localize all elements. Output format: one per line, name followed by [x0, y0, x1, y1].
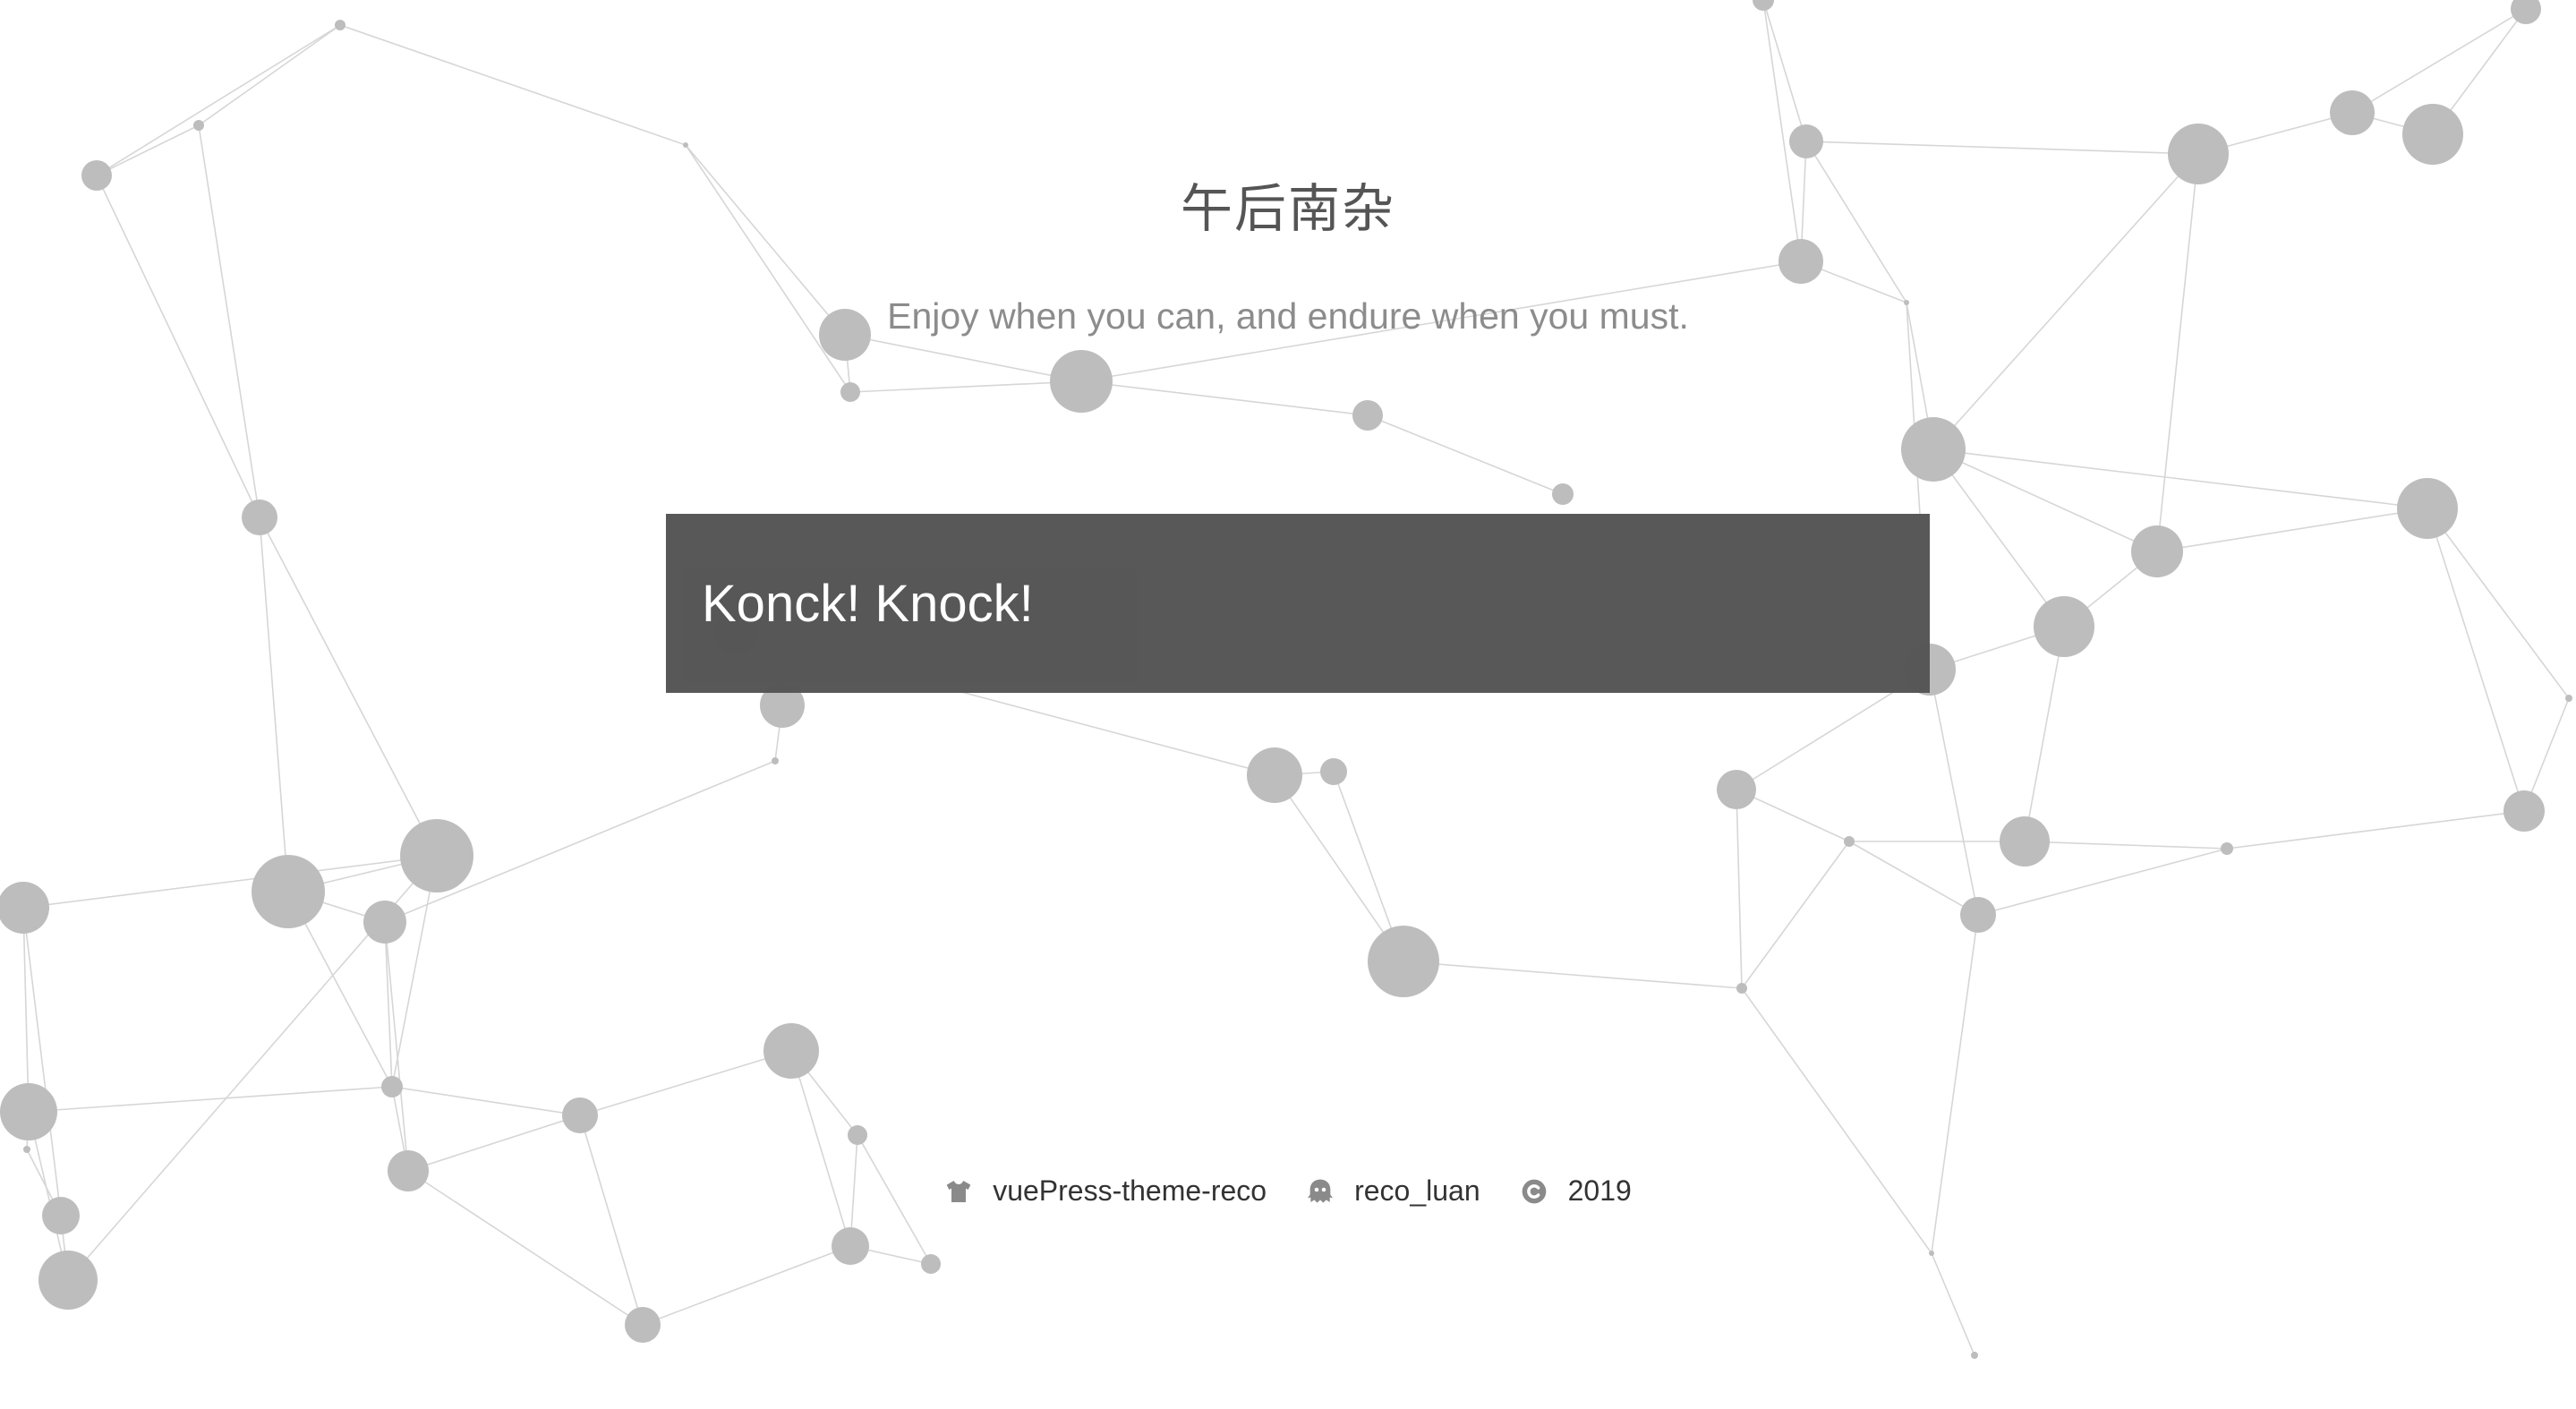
ghost-icon: [1308, 1179, 1334, 1203]
copyright-icon: [1522, 1179, 1546, 1203]
password-input-box[interactable]: Konck! Knock!: [666, 514, 1930, 693]
footer-theme: vuePress-theme-reco: [944, 1174, 1267, 1208]
shirt-icon: [946, 1180, 971, 1202]
password-prompt-text: Konck! Knock!: [702, 574, 1034, 633]
site-tagline: Enjoy when you can, and endure when you …: [887, 295, 1689, 337]
footer-author-label: reco_luan: [1354, 1174, 1480, 1207]
password-hero: 午后南杂 Enjoy when you can, and endure when…: [0, 0, 2576, 1409]
footer-copyright-label: 2019: [1567, 1174, 1632, 1207]
site-title: 午后南杂: [1180, 178, 1395, 239]
footer-theme-label: vuePress-theme-reco: [993, 1174, 1267, 1207]
footer-copyright: 2019: [1520, 1174, 1632, 1208]
footer: vuePress-theme-reco reco_luan 2019: [0, 1174, 2576, 1208]
footer-author: reco_luan: [1306, 1174, 1480, 1208]
